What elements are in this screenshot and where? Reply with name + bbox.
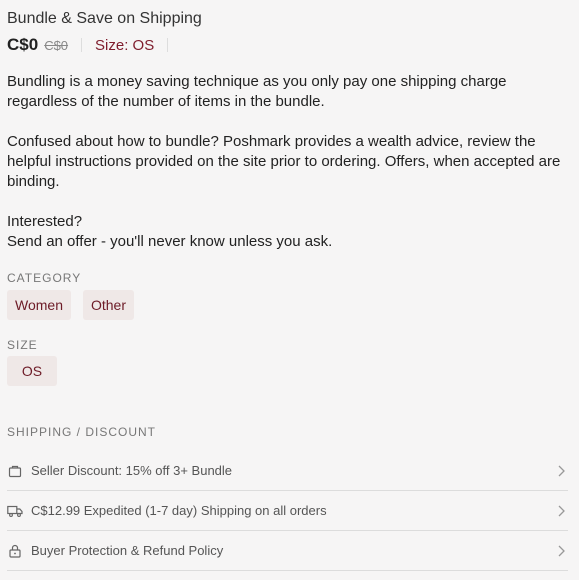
seller-discount-text: Seller Discount: 15% off 3+ Bundle [31,463,233,478]
divider [81,38,83,52]
listing-price: C$0 [7,35,39,54]
price-row: C$0 C$0 Size: OS [7,35,181,55]
lock-icon [7,543,23,559]
description-line: Interested? [7,213,83,230]
shipping-discount-label: SHIPPING / DISCOUNT [7,425,157,439]
buyer-protection-text: Buyer Protection & Refund Policy [31,543,224,558]
listing-details: Bundle & Save on Shipping C$0 C$0 Size: … [0,0,579,580]
listing-title: Bundle & Save on Shipping [7,10,202,27]
shipping-rate-text: C$12.99 Expedited (1-7 day) Shipping on … [31,503,327,518]
shipping-list: Seller Discount: 15% off 3+ Bundle C$12.… [7,451,568,571]
size-chip[interactable]: OS [7,356,57,386]
description-line: Send an offer - you'll never know unless… [7,233,333,250]
bag-icon [7,463,23,479]
buyer-protection-row[interactable]: Buyer Protection & Refund Policy [7,531,568,571]
size-label: SIZE [7,338,38,352]
category-chip-women[interactable]: Women [7,290,71,320]
category-label: CATEGORY [7,271,82,285]
size-inline-label: Size: OS [95,36,155,54]
listing-description: Bundling is a money saving technique as … [7,72,572,252]
truck-icon [7,503,23,519]
original-price: C$0 [44,37,69,53]
chevron-right-icon [554,504,568,518]
seller-discount-row[interactable]: Seller Discount: 15% off 3+ Bundle [7,451,568,491]
shipping-rate-row[interactable]: C$12.99 Expedited (1-7 day) Shipping on … [7,491,568,531]
category-chip-other[interactable]: Other [83,290,134,320]
divider [167,38,169,52]
description-paragraph: Confused about how to bundle? Poshmark p… [7,133,561,190]
chevron-right-icon [554,464,568,478]
chevron-right-icon [554,544,568,558]
description-paragraph: Bundling is a money saving technique as … [7,73,507,110]
